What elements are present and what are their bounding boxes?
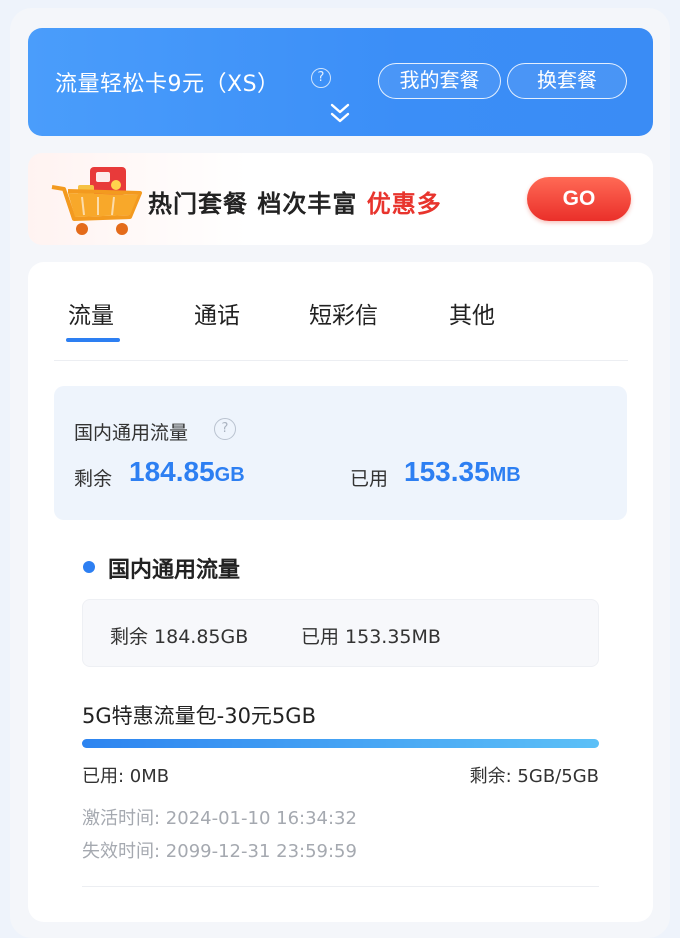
summary-help-icon[interactable]: ? xyxy=(214,418,236,440)
section-remaining: 剩余 184.85GB xyxy=(110,626,249,648)
tab-other[interactable]: 其他 xyxy=(449,296,495,330)
tab-data[interactable]: 流量 xyxy=(68,296,114,330)
summary-remaining-unit: GB xyxy=(214,464,245,486)
summary-used-unit: MB xyxy=(489,464,521,486)
plan-help-icon[interactable]: ? xyxy=(311,68,331,88)
data-summary-box: 国内通用流量 ? 剩余 184.85GB 已用 153.35MB xyxy=(54,386,627,520)
summary-title: 国内通用流量 xyxy=(74,422,189,444)
promo-main-text: 热门套餐 档次丰富 xyxy=(148,190,367,218)
summary-remaining-number: 184.85 xyxy=(129,456,215,487)
package-remaining: 剩余: 5GB/5GB xyxy=(469,766,599,787)
tab-calls[interactable]: 通话 xyxy=(194,296,240,330)
summary-used-value: 153.35MB xyxy=(404,456,521,488)
section-used: 已用 153.35MB xyxy=(301,626,441,648)
go-button[interactable]: GO xyxy=(527,177,631,221)
package-used: 已用: 0MB xyxy=(82,766,170,787)
promo-text: 热门套餐 档次丰富 优惠多 xyxy=(148,184,442,219)
active-tab-indicator xyxy=(66,338,120,342)
package-progress-bar xyxy=(82,739,599,748)
expand-chevron-icon[interactable] xyxy=(329,102,351,126)
summary-remaining-value: 184.85GB xyxy=(129,456,245,488)
promo-highlight-text: 优惠多 xyxy=(366,190,442,218)
usage-card: 流量 通话 短彩信 其他 国内通用流量 ? 剩余 184.85GB 已用 153… xyxy=(28,262,653,922)
package-name: 5G特惠流量包-30元5GB xyxy=(82,704,316,728)
usage-tabs: 流量 通话 短彩信 其他 xyxy=(28,262,653,362)
my-plan-button[interactable]: 我的套餐 xyxy=(378,63,501,99)
summary-used-number: 153.35 xyxy=(404,456,490,487)
section-title: 国内通用流量 xyxy=(108,558,241,583)
shopping-cart-icon xyxy=(51,167,142,235)
tab-sms[interactable]: 短彩信 xyxy=(309,296,378,330)
section-bullet xyxy=(83,561,95,573)
package-activated-time: 激活时间: 2024-01-10 16:34:32 xyxy=(82,808,357,829)
package-progress-fill xyxy=(82,739,599,748)
plan-card: 流量轻松卡9元（XS） ? 我的套餐 换套餐 xyxy=(28,28,653,136)
summary-remaining-label: 剩余 xyxy=(74,468,113,490)
plan-title: 流量轻松卡9元（XS） xyxy=(55,72,280,97)
package-expiry-time: 失效时间: 2099-12-31 23:59:59 xyxy=(82,841,357,862)
promo-banner[interactable]: 热门套餐 档次丰富 优惠多 GO xyxy=(28,153,653,245)
section-detail-box: 剩余 184.85GB 已用 153.35MB xyxy=(82,599,599,667)
summary-used-label: 已用 xyxy=(350,468,389,490)
package-divider xyxy=(82,886,599,887)
tabs-divider xyxy=(54,360,628,361)
change-plan-button[interactable]: 换套餐 xyxy=(507,63,627,99)
